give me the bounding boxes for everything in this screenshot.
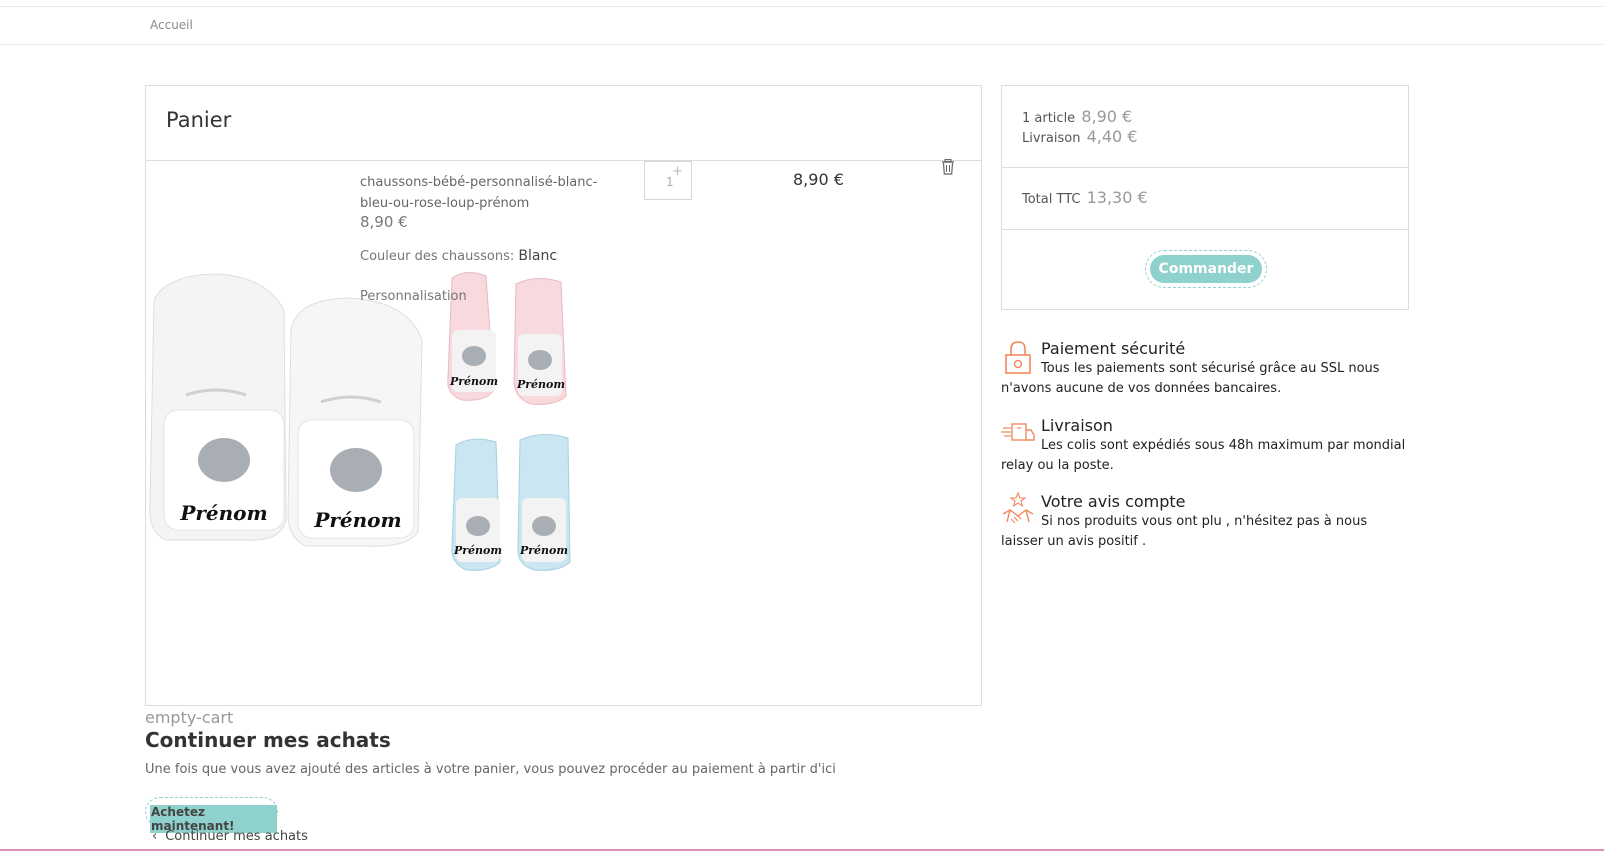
summary-total: Total TTC 13,30 € bbox=[1002, 168, 1408, 230]
continue-shopping-title: Continuer mes achats bbox=[145, 728, 391, 752]
total-label: Total TTC bbox=[1022, 192, 1081, 207]
summary-items-row: 1 article 8,90 € bbox=[1022, 107, 1132, 126]
bootie-label: Prénom bbox=[453, 544, 502, 557]
items-value: 8,90 € bbox=[1081, 107, 1133, 126]
continue-shopping-link[interactable]: ‹ Continuer mes achats bbox=[152, 829, 308, 844]
items-label: 1 article bbox=[1022, 111, 1076, 126]
breadcrumb: Accueil bbox=[0, 7, 1604, 45]
summary-shipping-row: Livraison 4,40 € bbox=[1022, 127, 1137, 146]
product-image: Prénom Prénom Prénom Prénom Prénom Préno… bbox=[149, 272, 571, 571]
buy-now-button-outline: Achetez maintenant! bbox=[145, 797, 278, 833]
reassurance-title: Votre avis compte bbox=[1041, 492, 1186, 511]
bottom-accent-line bbox=[0, 849, 1604, 851]
reassurance-secure-payment: Paiement sécurité Tous les paiements son… bbox=[1001, 339, 1409, 399]
cart-panel: Panier Prénom Prénom Prénom Prénom Préno… bbox=[145, 85, 982, 706]
product-attribute: Couleur des chaussons: Blanc bbox=[360, 248, 557, 264]
reassurance-text: Si nos produits vous ont plu , n'hésitez… bbox=[1001, 514, 1368, 549]
trash-icon[interactable] bbox=[941, 159, 955, 175]
personalisation-label: Personnalisation bbox=[360, 289, 467, 304]
product-name-link[interactable]: chaussons-bébé-personnalisé-blanc-bleu-o… bbox=[360, 172, 628, 214]
page-title: Panier bbox=[166, 108, 232, 132]
empty-cart-image-alt: empty-cart bbox=[145, 708, 234, 727]
bootie-label: Prénom bbox=[519, 544, 568, 557]
quantity-stepper[interactable]: 1 + bbox=[644, 161, 692, 200]
continue-shopping-link-label: Continuer mes achats bbox=[165, 829, 308, 844]
attribute-label: Couleur des chaussons: bbox=[360, 249, 515, 264]
plus-icon[interactable]: + bbox=[672, 164, 683, 179]
reassurance-delivery: Livraison Les colis sont expédiés sous 4… bbox=[1001, 416, 1409, 476]
reassurance-text: Tous les paiements sont sécurisé grâce a… bbox=[1001, 361, 1380, 396]
breadcrumb-home-link[interactable]: Accueil bbox=[150, 18, 193, 32]
cart-summary: 1 article 8,90 € Livraison 4,40 € Total … bbox=[1001, 85, 1409, 310]
bootie-label: Prénom bbox=[313, 508, 401, 532]
continue-shopping-text: Une fois que vous avez ajouté des articl… bbox=[145, 762, 836, 777]
cart-header: Panier bbox=[146, 86, 981, 161]
reassurance-title: Livraison bbox=[1041, 416, 1113, 435]
bootie-label: Prénom bbox=[179, 501, 267, 525]
order-button-outline: Commander bbox=[1145, 250, 1267, 288]
reassurance-review: Votre avis compte Si nos produits vous o… bbox=[1001, 492, 1409, 552]
summary-checkout: Commander bbox=[1002, 230, 1408, 309]
bootie-label: Prénom bbox=[516, 378, 565, 391]
shipping-value: 4,40 € bbox=[1086, 127, 1138, 146]
attribute-value: Blanc bbox=[518, 248, 558, 264]
shipping-label: Livraison bbox=[1022, 131, 1081, 146]
reassurance-text: Les colis sont expédiés sous 48h maximum… bbox=[1001, 438, 1406, 473]
unit-price: 8,90 € bbox=[360, 213, 408, 231]
blue-booties: Prénom Prénom bbox=[451, 434, 571, 571]
total-value: 13,30 € bbox=[1086, 188, 1148, 207]
line-total: 8,90 € bbox=[793, 170, 844, 189]
bootie-label: Prénom bbox=[449, 375, 498, 388]
reassurance-title: Paiement sécurité bbox=[1041, 339, 1186, 358]
summary-subtotals: 1 article 8,90 € Livraison 4,40 € bbox=[1002, 86, 1408, 168]
summary-total-row: Total TTC 13,30 € bbox=[1022, 188, 1148, 207]
chevron-left-icon: ‹ bbox=[152, 829, 158, 844]
order-button[interactable]: Commander bbox=[1150, 255, 1262, 283]
white-booties: Prénom Prénom bbox=[149, 273, 423, 547]
